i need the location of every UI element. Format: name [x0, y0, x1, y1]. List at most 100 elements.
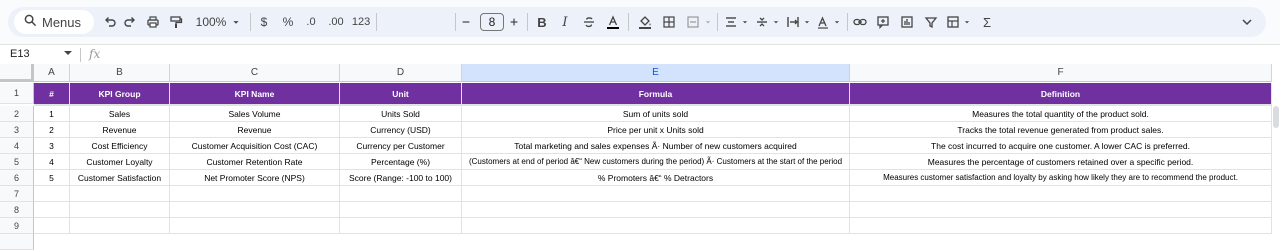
table-cell[interactable]: Sales Volume [170, 106, 340, 122]
header-cell-unit[interactable]: Unit [340, 83, 462, 104]
table-cell[interactable]: Customer Retention Rate [170, 154, 340, 170]
row-header-6[interactable]: 6 [0, 170, 34, 186]
empty-cell[interactable] [170, 202, 340, 218]
select-all-corner[interactable] [0, 64, 34, 82]
empty-cell[interactable] [34, 186, 70, 202]
zoom-select[interactable]: 100% [194, 12, 228, 32]
column-header-b[interactable]: B [70, 64, 170, 82]
font-family-select[interactable] [380, 13, 452, 31]
more-formats-button[interactable]: 123 [352, 12, 370, 32]
header-cell-number[interactable]: # [34, 83, 70, 104]
empty-cell[interactable] [34, 218, 70, 234]
column-header-d[interactable]: D [340, 64, 462, 82]
table-cell[interactable]: 3 [34, 138, 70, 154]
table-cell[interactable]: Units Sold [340, 106, 462, 122]
table-cell[interactable]: 5 [34, 170, 70, 186]
table-cell[interactable]: Net Promoter Score (NPS) [170, 170, 340, 186]
collapse-toolbar-chevron-down-icon[interactable] [1240, 12, 1254, 32]
empty-cell[interactable] [850, 186, 1272, 202]
text-wrapping-icon[interactable] [786, 12, 800, 32]
horizontal-align-icon[interactable] [724, 12, 738, 32]
insert-chart-icon[interactable] [900, 12, 914, 32]
vertical-scrollbar[interactable] [1273, 106, 1279, 128]
row-header-7[interactable]: 7 [0, 186, 34, 202]
column-header-c[interactable]: C [170, 64, 340, 82]
row-header-3[interactable]: 3 [0, 122, 34, 138]
table-cell[interactable]: Price per unit x Units sold [462, 122, 850, 138]
functions-icon[interactable]: Σ [980, 12, 994, 32]
vertical-align-icon[interactable] [755, 12, 769, 32]
decrease-decimal-button[interactable]: .0 [302, 12, 320, 32]
increase-decimal-button[interactable]: .00 [326, 12, 346, 32]
increase-font-size-icon[interactable] [508, 12, 520, 32]
text-rotation-icon[interactable] [816, 12, 830, 32]
paint-format-icon[interactable] [168, 12, 184, 32]
table-cell[interactable]: (Customers at end of period â€“ New cust… [462, 154, 850, 170]
row-header-5[interactable]: 5 [0, 154, 34, 170]
empty-cell[interactable] [340, 186, 462, 202]
table-cell[interactable]: 1 [34, 106, 70, 122]
table-cell[interactable]: 2 [34, 122, 70, 138]
table-cell[interactable]: Measures the percentage of customers ret… [850, 154, 1272, 170]
header-cell-kpi-name[interactable]: KPI Name [170, 83, 340, 104]
table-cell[interactable]: Total marketing and sales expenses Ã· Nu… [462, 138, 850, 154]
header-cell-kpi-group[interactable]: KPI Group [70, 83, 170, 104]
empty-cell[interactable] [70, 202, 170, 218]
name-box[interactable]: E13 [10, 48, 30, 60]
empty-cell[interactable] [850, 218, 1272, 234]
table-cell[interactable]: Percentage (%) [340, 154, 462, 170]
empty-cell[interactable] [850, 202, 1272, 218]
empty-cell[interactable] [70, 218, 170, 234]
empty-cell[interactable] [462, 218, 850, 234]
percent-format-button[interactable]: % [281, 12, 295, 32]
row-header-2[interactable]: 2 [0, 106, 34, 122]
font-size-input[interactable]: 8 [480, 13, 504, 31]
borders-icon[interactable] [662, 12, 676, 32]
row-header-4[interactable]: 4 [0, 138, 34, 154]
row-header-1[interactable]: 1 [0, 83, 34, 104]
table-cell[interactable]: Tracks the total revenue generated from … [850, 122, 1272, 138]
empty-cell[interactable] [170, 218, 340, 234]
row-header-8[interactable]: 8 [0, 202, 34, 218]
table-cell[interactable]: Sum of units sold [462, 106, 850, 122]
table-cell[interactable]: Sales [70, 106, 170, 122]
bold-icon[interactable]: B [535, 12, 549, 32]
table-cell[interactable]: Customer Loyalty [70, 154, 170, 170]
table-cell[interactable]: The cost incurred to acquire one custome… [850, 138, 1272, 154]
name-box-chevron-down-icon[interactable] [64, 51, 72, 55]
header-cell-definition[interactable]: Definition [850, 83, 1272, 104]
decrease-font-size-icon[interactable] [460, 12, 472, 32]
header-cell-formula[interactable]: Formula [462, 83, 850, 104]
empty-cell[interactable] [340, 202, 462, 218]
table-cell[interactable]: Measures customer satisfaction and loyal… [850, 170, 1272, 186]
empty-cell[interactable] [34, 202, 70, 218]
empty-cell[interactable] [170, 186, 340, 202]
insert-link-icon[interactable] [852, 12, 868, 32]
column-header-f[interactable]: F [850, 64, 1272, 82]
strikethrough-icon[interactable] [582, 12, 596, 32]
text-color-icon[interactable] [605, 12, 621, 32]
empty-cell[interactable] [462, 186, 850, 202]
row-header-9[interactable]: 9 [0, 218, 34, 234]
insert-comment-icon[interactable] [876, 12, 890, 32]
table-cell[interactable]: Revenue [170, 122, 340, 138]
table-cell[interactable]: Customer Acquisition Cost (CAC) [170, 138, 340, 154]
table-cell[interactable]: Revenue [70, 122, 170, 138]
print-icon[interactable] [145, 12, 161, 32]
filter-icon[interactable] [924, 12, 938, 32]
table-cell[interactable]: Customer Satisfaction [70, 170, 170, 186]
table-cell[interactable]: 4 [34, 154, 70, 170]
table-cell[interactable]: Currency per Customer [340, 138, 462, 154]
row-header-10[interactable] [0, 234, 34, 250]
table-cell[interactable]: Measures the total quantity of the produ… [850, 106, 1272, 122]
empty-cell[interactable] [340, 218, 462, 234]
merge-cells-icon[interactable] [686, 12, 700, 32]
table-cell[interactable]: % Promoters â€“ % Detractors [462, 170, 850, 186]
table-cell[interactable]: Score (Range: -100 to 100) [340, 170, 462, 186]
column-header-a[interactable]: A [34, 64, 70, 82]
fill-color-icon[interactable] [637, 12, 653, 32]
menu-search[interactable]: Menus [14, 10, 94, 34]
currency-format-button[interactable]: $ [258, 12, 270, 32]
table-cell[interactable]: Currency (USD) [340, 122, 462, 138]
redo-icon[interactable] [122, 12, 138, 32]
